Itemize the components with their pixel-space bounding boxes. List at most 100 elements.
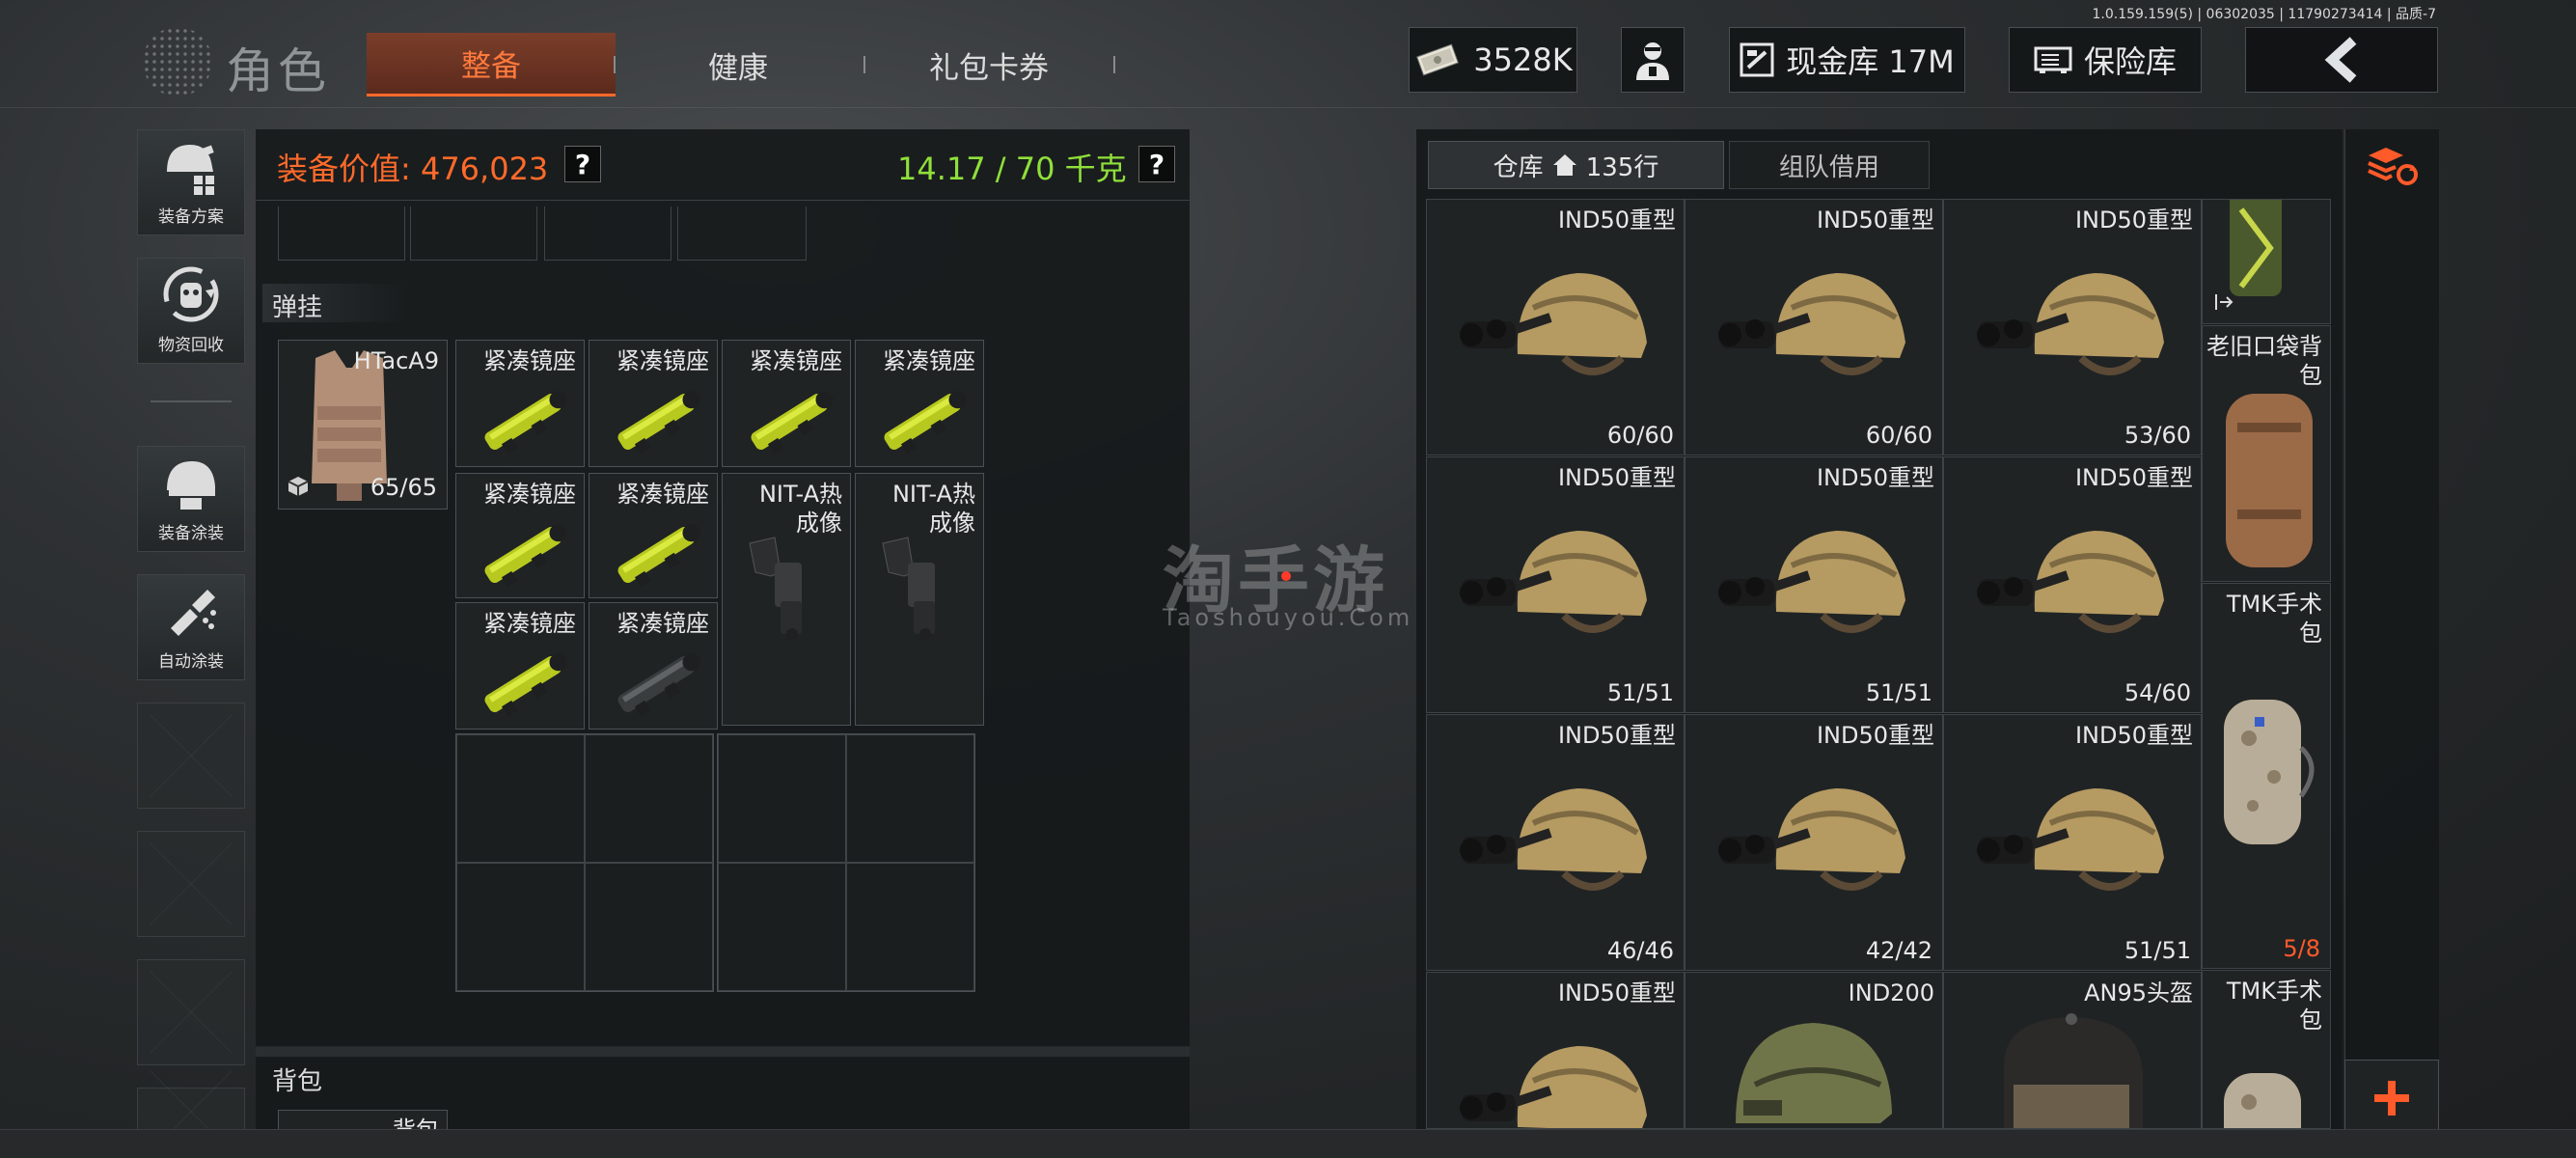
vault-icon (1740, 42, 1774, 77)
rig-item-slot[interactable]: 紧凑镜座 (855, 340, 984, 467)
tab-health-label: 健康 (708, 50, 768, 86)
equip-slot[interactable] (677, 207, 807, 261)
warehouse-item-slot[interactable]: IND50重型 (1426, 972, 1685, 1129)
warehouse-item-image (1716, 765, 1909, 914)
rig-item-name: 紧凑镜座 (617, 347, 709, 374)
rig-item-slot[interactable]: 紧凑镜座 (589, 602, 718, 730)
warehouse-item-slot[interactable]: IND200 (1685, 972, 1943, 1129)
warehouse-item-slot[interactable]: IND50重型 51/51 (1685, 456, 1943, 713)
rig-item-image (736, 534, 842, 644)
warehouse-item-durability: 54/60 (2124, 679, 2191, 706)
add-row-button[interactable] (2344, 1060, 2439, 1136)
tab-gift-cards-label: 礼包卡券 (929, 50, 1049, 86)
sidebar-item-label: 物资回收 (158, 336, 224, 355)
storage-cell[interactable] (456, 863, 585, 991)
value-help-button[interactable]: ? (564, 146, 601, 182)
rig-item-slot[interactable]: 紧凑镜座 (589, 340, 718, 467)
warehouse-item-image (1458, 508, 1651, 656)
storage-cell[interactable] (846, 863, 974, 991)
warehouse-item-durability: 46/46 (1606, 937, 1674, 964)
plus-icon (2374, 1080, 2409, 1116)
bottom-bar (0, 1129, 2576, 1158)
rig-item-name: 紧凑镜座 (483, 610, 576, 637)
rig-item-slot[interactable]: 紧凑镜座 (722, 340, 851, 467)
rig-item-name: 紧凑镜座 (483, 481, 576, 508)
warehouse-item-name: IND50重型 (1816, 464, 1934, 491)
storage-cell[interactable] (718, 734, 846, 863)
warehouse-item-slot[interactable]: IND50重型 54/60 (1943, 456, 2202, 713)
warehouse-item-name: IND50重型 (1816, 207, 1934, 234)
tab-loadout[interactable]: 整备 (367, 33, 616, 96)
nvg-helmet-icon (1718, 531, 1905, 633)
warehouse-item-slot[interactable]: AN95头盔 (1943, 972, 2202, 1129)
vest-name: HTacA9 (353, 347, 439, 374)
warehouse-item-durability: 51/51 (2124, 937, 2191, 964)
rig-item-slot[interactable]: 紧凑镜座 (455, 602, 585, 730)
tab-team-borrow[interactable]: 组队借用 (1729, 141, 1930, 189)
warehouse-rows: 135行 (1585, 152, 1659, 182)
warehouse-side-item-name: TMK手术 包 (2226, 591, 2322, 647)
rig-item-image (603, 516, 709, 597)
rig-item-name: 紧凑镜座 (750, 347, 842, 374)
currency-value: 3528K (1473, 41, 1573, 78)
warehouse-item-image (1716, 508, 1909, 656)
sidebar-divider (151, 400, 232, 402)
warehouse-item-slot[interactable]: IND50重型 60/60 (1685, 199, 1943, 455)
rig-item-slot[interactable]: 紧凑镜座 (455, 473, 585, 598)
storage-cell[interactable] (846, 734, 974, 863)
version-text: 1.0.159.159(5) | 06302035 | 11790273414 … (2092, 7, 2437, 22)
vest-slot[interactable]: HTacA9 65/65 (278, 340, 448, 510)
sidebar-item-auto-paint[interactable]: 自动涂装 (137, 574, 245, 680)
equip-slot[interactable] (278, 207, 405, 261)
storage-cell[interactable] (456, 734, 585, 863)
warehouse-item-image (1975, 508, 2168, 656)
rig-item-slot[interactable]: 紧凑镜座 (589, 473, 718, 598)
warehouse-item-slot[interactable]: IND50重型 51/51 (1943, 714, 2202, 971)
equip-slot[interactable] (544, 207, 671, 261)
warehouse-side-item-slot[interactable]: TMK手术 包 (2202, 970, 2331, 1129)
warehouse-item-slot[interactable]: IND50重型 42/42 (1685, 714, 1943, 971)
warehouse-side-item-count: 5/8 (2283, 935, 2320, 962)
medical-bag-icon (2224, 700, 2315, 844)
sort-button[interactable] (2360, 139, 2424, 193)
cash-vault-button[interactable]: 现金库 17M (1729, 27, 1965, 93)
equip-slot[interactable] (410, 207, 537, 261)
warehouse-side-item-slot[interactable] (2202, 199, 2331, 324)
back-button[interactable] (2245, 27, 2438, 93)
thermal-scope-icon (882, 537, 935, 640)
sidebar-item-recycle[interactable]: 物资回收 (137, 258, 245, 364)
tab-divider (614, 56, 616, 73)
warehouse-item-image (1975, 250, 2168, 399)
sidebar-item-equipment-paint[interactable]: 装备涂装 (137, 446, 245, 552)
bound-item-icon (288, 477, 309, 496)
section-divider (256, 1047, 1190, 1057)
warehouse-side-item-slot[interactable]: 老旧口袋背 包 (2202, 325, 2331, 582)
warehouse-item-slot[interactable]: IND50重型 51/51 (1426, 456, 1685, 713)
currency-display[interactable]: 3528K (1409, 27, 1577, 93)
rig-item-slot[interactable]: NIT-A热 成像 (855, 473, 984, 726)
rig-item-image (869, 534, 975, 644)
insurance-vault-button[interactable]: 保险库 (2009, 27, 2202, 93)
sidebar-item-loadout-plan[interactable]: 装备方案 (137, 129, 245, 235)
warehouse-item-slot[interactable]: IND50重型 46/46 (1426, 714, 1685, 971)
rig-item-name: NIT-A热 成像 (758, 481, 842, 537)
tab-warehouse[interactable]: 仓库 135行 (1428, 141, 1724, 189)
storage-cell[interactable] (585, 863, 713, 991)
scope-mount-icon (484, 524, 567, 588)
tab-health[interactable]: 健康 (656, 33, 820, 96)
rig-item-slot[interactable]: NIT-A热 成像 (722, 473, 851, 726)
weight-help-button[interactable]: ? (1138, 146, 1175, 182)
warehouse-item-slot[interactable]: IND50重型 60/60 (1426, 199, 1685, 455)
storage-cell[interactable] (718, 863, 846, 991)
rig-item-name: 紧凑镜座 (617, 481, 709, 508)
warehouse-item-name: IND50重型 (2074, 464, 2193, 491)
stack-refresh-icon (2368, 148, 2418, 185)
merchant-button[interactable] (1621, 27, 1685, 93)
rig-item-name: NIT-A热 成像 (891, 481, 975, 537)
warehouse-side-item-slot[interactable]: TMK手术 包 5/8 (2202, 583, 2331, 969)
rig-item-slot[interactable]: 紧凑镜座 (455, 340, 585, 467)
tab-gift-cards[interactable]: 礼包卡券 (902, 33, 1076, 96)
storage-cell[interactable] (585, 734, 713, 863)
warehouse-item-slot[interactable]: IND50重型 53/60 (1943, 199, 2202, 455)
home-icon (1552, 154, 1576, 176)
